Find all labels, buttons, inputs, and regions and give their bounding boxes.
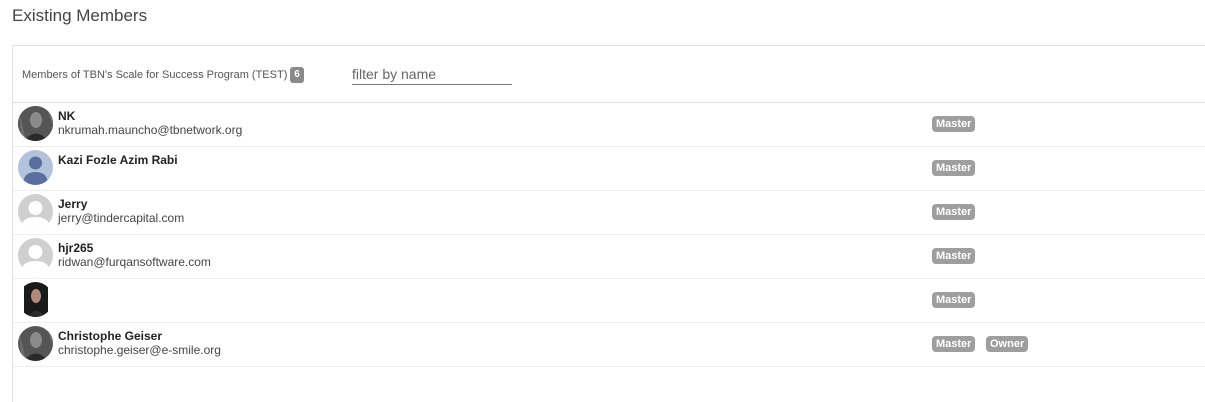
photo-icon [18,326,53,361]
photo-icon [18,106,53,141]
role-badge: Master [932,116,976,132]
default-user-icon [18,150,53,185]
role-badge: Master [932,292,976,308]
member-list: NK nkrumah.mauncho@tbnetwork.org Master … [13,103,1205,367]
member-row[interactable]: hjr265 ridwan@furqansoftware.com Master [13,235,1205,279]
members-label: Members of TBN's Scale for Success Progr… [22,69,288,81]
role-badge: Master [932,248,976,264]
member-row[interactable]: Christophe Geiser christophe.geiser@e-sm… [13,323,1205,367]
member-row[interactable]: NK nkrumah.mauncho@tbnetwork.org Master [13,103,1205,147]
filter-by-name-input[interactable] [352,64,512,85]
member-name: NK [58,109,76,123]
member-email: ridwan@furqansoftware.com [58,255,211,269]
role-badge: Master [932,204,976,220]
role-badge: Master [932,336,976,352]
member-count-badge: 6 [290,67,304,83]
placeholder-user-icon [18,194,53,229]
member-row[interactable]: Jerry jerry@tindercapital.com Master [13,191,1205,235]
page-title: Existing Members [12,6,148,25]
placeholder-user-icon [18,238,53,273]
members-panel-header: Members of TBN's Scale for Success Progr… [13,46,1205,103]
photo-icon [18,282,53,317]
member-email: nkrumah.mauncho@tbnetwork.org [58,123,243,137]
role-badge: Master [932,160,976,176]
members-panel: Members of TBN's Scale for Success Progr… [12,45,1205,402]
role-badge: Owner [986,336,1029,352]
member-row[interactable]: Master [13,279,1205,323]
member-name: hjr265 [58,241,94,255]
member-name: Kazi Fozle Azim Rabi [58,153,178,167]
member-name: Christophe Geiser [58,329,163,343]
member-email: christophe.geiser@e-smile.org [58,343,221,357]
member-row[interactable]: Kazi Fozle Azim Rabi Master [13,147,1205,191]
member-name: Jerry [58,197,88,211]
member-email: jerry@tindercapital.com [58,211,185,225]
